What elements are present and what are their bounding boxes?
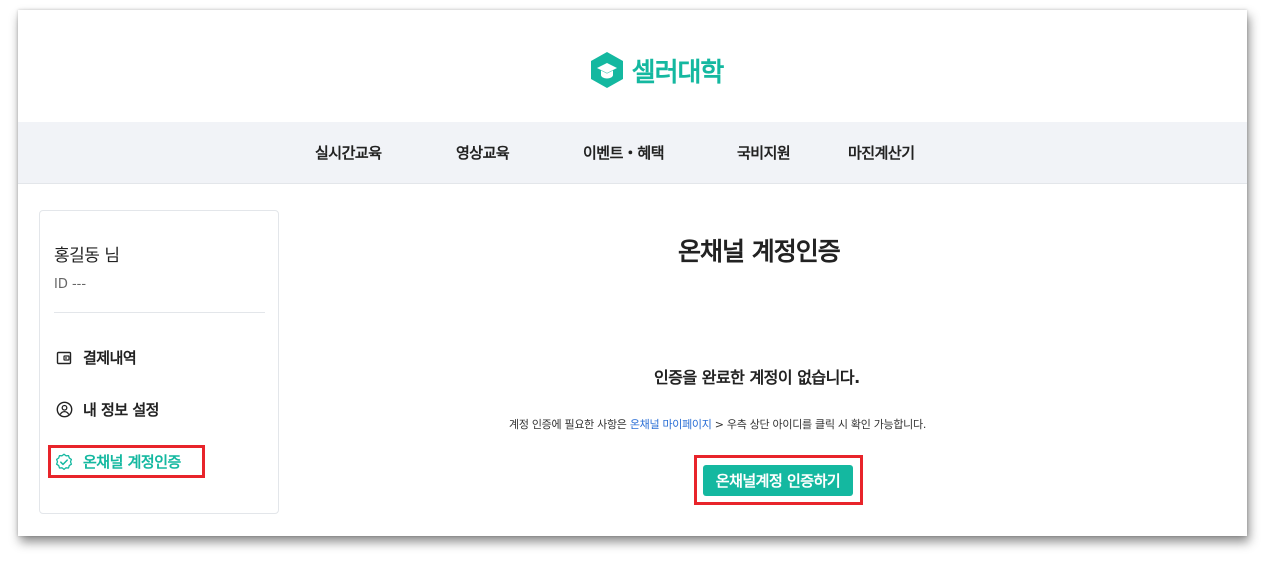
brand-name: 셀러대학 bbox=[631, 57, 725, 88]
sidebar-item-payment-history[interactable]: 결제내역 bbox=[55, 347, 137, 368]
empty-state-message: 인증을 완료한 계정이 없습니다. bbox=[654, 368, 860, 387]
verify-account-button[interactable]: 온채널계정 인증하기 bbox=[703, 465, 853, 496]
sidebar-divider bbox=[54, 312, 265, 313]
help-text: 계정 인증에 필요한 사항은 온채널 마이페이지 > 우측 상단 아이디를 클릭… bbox=[509, 416, 926, 432]
sidebar-item-label: 결제내역 bbox=[83, 349, 137, 367]
mypage-link[interactable]: 온채널 마이페이지 bbox=[630, 418, 712, 431]
user-id: ID --- bbox=[54, 277, 87, 292]
sidebar-item-label: 내 정보 설정 bbox=[83, 401, 159, 419]
page-title: 온채널 계정인증 bbox=[678, 237, 841, 266]
nav-item-video-education[interactable]: 영상교육 bbox=[456, 142, 510, 163]
highlight-box bbox=[48, 445, 205, 478]
wallet-icon bbox=[55, 349, 73, 367]
user-name: 홍길동 님 bbox=[54, 246, 120, 266]
site-logo[interactable]: 셀러대학 bbox=[588, 51, 724, 89]
help-text-prefix: 계정 인증에 필요한 사항은 bbox=[509, 418, 630, 431]
site-header: 셀러대학 bbox=[18, 10, 1247, 122]
help-text-suffix: > 우측 상단 아이디를 클릭 시 확인 가능합니다. bbox=[711, 418, 927, 431]
nav-item-government-support[interactable]: 국비지원 bbox=[737, 142, 791, 163]
nav-item-live-education[interactable]: 실시간교육 bbox=[315, 142, 382, 163]
account-sidebar: 홍길동 님 ID --- 결제내역 내 정보 설정 온채널 계정인증 bbox=[39, 210, 279, 514]
nav-item-margin-calculator[interactable]: 마진계산기 bbox=[848, 142, 915, 163]
main-nav: 실시간교육 영상교육 이벤트・혜택 국비지원 마진계산기 bbox=[18, 122, 1247, 184]
page-frame: 셀러대학 실시간교육 영상교육 이벤트・혜택 국비지원 마진계산기 홍길동 님 … bbox=[18, 10, 1247, 536]
nav-item-events-benefits[interactable]: 이벤트・혜택 bbox=[583, 142, 665, 163]
sidebar-item-my-info-settings[interactable]: 내 정보 설정 bbox=[55, 399, 159, 420]
user-circle-icon bbox=[55, 401, 73, 419]
graduation-cap-icon bbox=[588, 51, 626, 89]
